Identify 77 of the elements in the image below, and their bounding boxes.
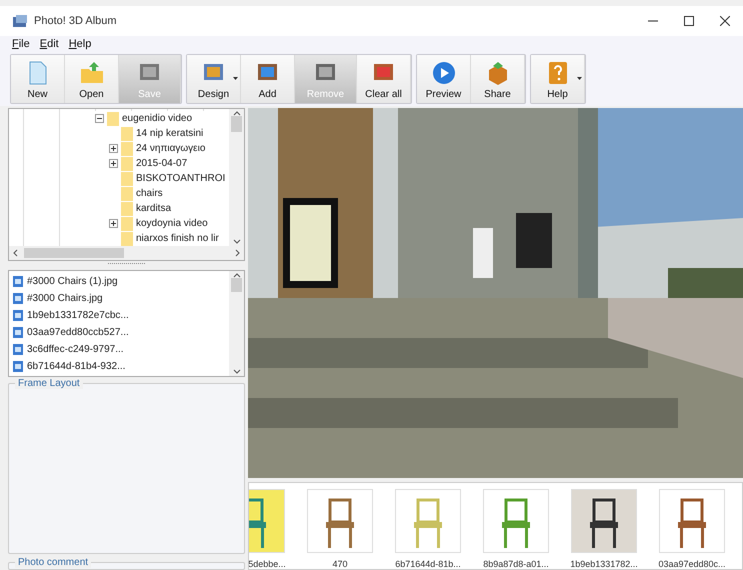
image-file-icon <box>13 276 23 287</box>
group-title: Photo comment <box>15 557 92 568</box>
folder-icon <box>121 232 133 246</box>
folder-label[interactable]: niarxos finish no lir <box>136 233 219 244</box>
toolbar-button[interactable]: New <box>11 55 65 103</box>
collapse-icon[interactable] <box>95 114 104 123</box>
toolbar-button[interactable]: Design <box>187 55 241 103</box>
folder-label[interactable]: BISKOTOANTHROI <box>136 173 226 184</box>
vertical-scrollbar[interactable] <box>229 109 244 246</box>
scroll-thumb[interactable] <box>231 278 242 292</box>
window-title: Photo! 3D Album <box>34 15 118 27</box>
folder-label[interactable]: 24 νηπιαγωγειο <box>136 143 206 154</box>
horizontal-scrollbar[interactable] <box>9 246 244 260</box>
thumbnail[interactable] <box>571 489 637 553</box>
folder-icon <box>121 172 133 186</box>
file-name[interactable]: 6b71644d-81b4-932... <box>27 360 126 372</box>
app-icon <box>12 14 28 28</box>
thumbnail[interactable] <box>659 489 725 553</box>
folder-label[interactable]: eugenidio video <box>122 113 192 124</box>
folder-label[interactable]: 14 nip keratsini <box>136 128 204 139</box>
scroll-down-icon[interactable] <box>232 368 240 374</box>
menu-item[interactable]: Edit <box>40 38 59 50</box>
file-name[interactable]: 3c6dffec-c249-9797... <box>27 344 124 355</box>
file-name[interactable]: 1b9eb1331782e7cbc... <box>27 310 129 321</box>
folder-icon <box>121 156 133 170</box>
scroll-left-icon[interactable] <box>13 249 18 257</box>
toolbar-button[interactable]: Open <box>65 55 119 103</box>
scroll-up-icon[interactable] <box>232 111 240 116</box>
image-file-icon <box>13 344 23 355</box>
file-name[interactable]: #3000 Chairs.jpg <box>27 292 103 304</box>
file-name[interactable]: 03aa97edd80ccb527... <box>27 326 129 338</box>
thumbnail-caption: 8b9a87d8-a01... <box>483 559 549 569</box>
thumbnail-caption: 03aa97edd80c... <box>658 559 726 569</box>
file-name[interactable]: #3000 Chairs (1).jpg <box>27 276 118 287</box>
caret-icon[interactable] <box>233 77 238 80</box>
toolbar-button[interactable]: Clear all <box>357 55 411 103</box>
folder-icon <box>78 60 104 86</box>
folder-icon <box>121 142 133 156</box>
image-file-icon <box>13 292 23 304</box>
folder-label[interactable]: koydoynia video <box>136 218 208 229</box>
play-icon <box>430 60 456 86</box>
image-file-icon <box>13 326 23 338</box>
thumbnail-caption: 6b71644d-81b... <box>395 559 461 569</box>
image-file-icon <box>13 360 23 372</box>
scroll-thumb[interactable] <box>24 248 124 258</box>
toolbar-button[interactable]: Preview <box>417 55 471 103</box>
toolbar-button[interactable]: Share <box>471 55 525 103</box>
expand-icon[interactable] <box>109 144 118 153</box>
thumbnail-caption: 1b9eb1331782... <box>570 559 638 569</box>
expand-icon[interactable] <box>109 159 118 168</box>
folder-label[interactable]: chairs <box>136 188 163 199</box>
thumbnail[interactable] <box>483 489 549 553</box>
scroll-up-icon[interactable] <box>232 272 240 278</box>
folder-icon <box>121 202 133 216</box>
thumbnail[interactable] <box>395 489 461 553</box>
folder-icon <box>121 186 133 200</box>
toolbar-button[interactable]: Add <box>241 55 295 103</box>
scroll-right-icon[interactable] <box>235 249 240 257</box>
menu-item[interactable]: File <box>12 38 30 50</box>
folder-label[interactable]: 2015-04-07 <box>136 158 188 169</box>
folder-icon <box>121 126 133 140</box>
scroll-down-icon[interactable] <box>232 239 240 244</box>
scroll-thumb[interactable] <box>231 116 242 132</box>
thumbnail[interactable] <box>307 489 373 553</box>
close-icon[interactable] <box>720 16 730 26</box>
image-file-icon <box>13 310 23 321</box>
thumbnail-caption: 470 <box>332 559 348 569</box>
toolbar-button[interactable]: Help <box>531 55 585 103</box>
folder-icon <box>121 216 133 230</box>
caret-icon[interactable] <box>577 77 582 80</box>
folder-icon <box>107 112 119 126</box>
expand-icon[interactable] <box>109 219 118 228</box>
vertical-scrollbar[interactable] <box>229 270 244 376</box>
menu-item[interactable]: Help <box>68 38 92 50</box>
maximize-icon[interactable] <box>684 16 694 26</box>
group-title: Frame Layout <box>15 378 83 389</box>
folder-label[interactable]: karditsa <box>136 203 172 214</box>
